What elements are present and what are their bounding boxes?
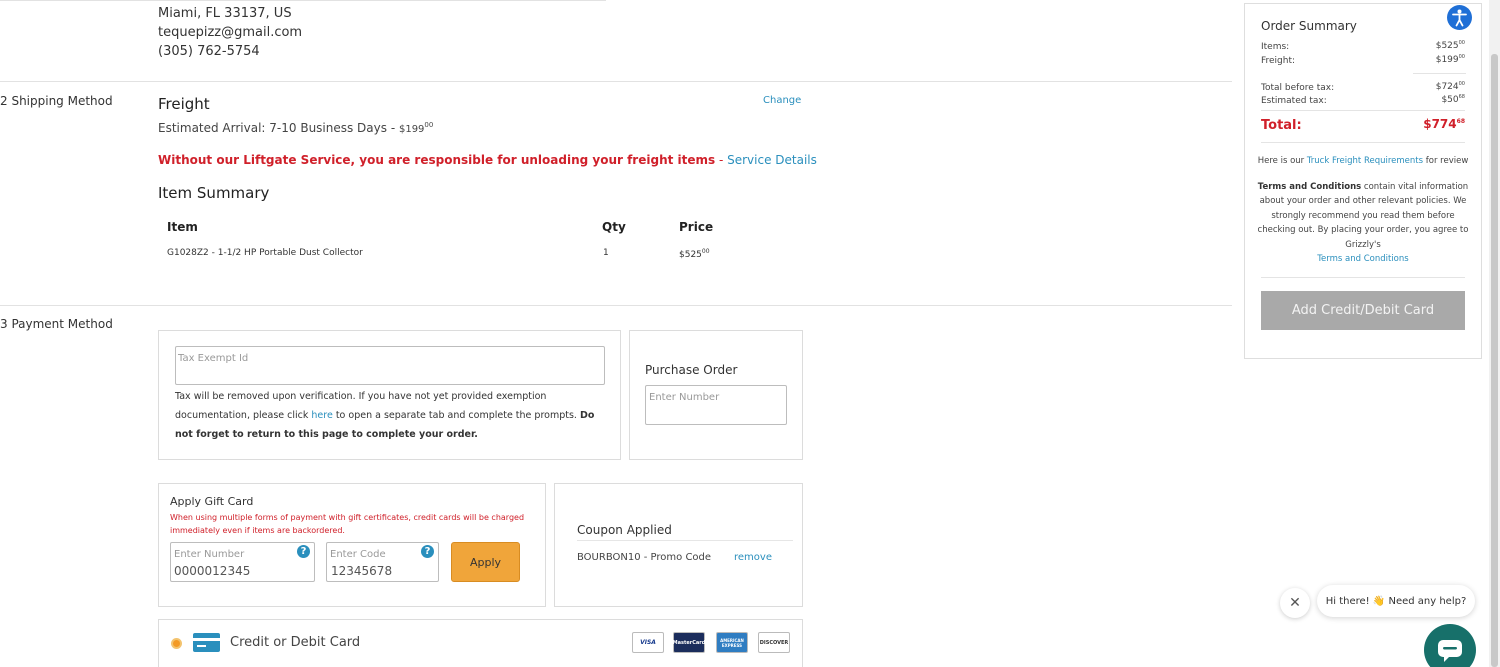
freight-requirements-note: Here is our Truck Freight Requirements f… <box>1256 154 1470 168</box>
credit-card-radio[interactable] <box>171 638 182 649</box>
terms-text: contain vital information about your ord… <box>1257 182 1469 250</box>
tax-exempt-placeholder: Tax Exempt Id <box>178 353 249 364</box>
item-qty: 1 <box>603 248 609 258</box>
liftgate-warning-text: Without our Liftgate Service, you are re… <box>158 153 716 167</box>
discover-icon: DISCOVER <box>758 632 790 653</box>
section-label-shipping: 2 Shipping Method <box>0 94 113 108</box>
remove-coupon-link[interactable]: remove <box>734 552 772 563</box>
summary-items-cents: 00 <box>1458 40 1465 46</box>
summary-tax-amount: $5068 <box>1441 94 1465 105</box>
coupon-panel <box>554 483 803 607</box>
purchase-order-title: Purchase Order <box>645 363 738 377</box>
gift-card-number-value: 0000012345 <box>174 564 251 578</box>
credit-card-icon <box>193 633 220 652</box>
tax-note-text-2: to open a separate tab and complete the … <box>332 410 580 421</box>
summary-before-tax-amount: $72400 <box>1436 81 1465 92</box>
address-line: Miami, FL 33137, US <box>158 6 292 21</box>
shipping-method-name: Freight <box>158 95 210 113</box>
summary-before-tax-cents: 00 <box>1458 81 1465 87</box>
summary-total-label: Total: <box>1261 118 1302 133</box>
credit-card-label: Credit or Debit Card <box>230 635 361 650</box>
summary-divider <box>1261 110 1465 111</box>
item-price: $52500 <box>679 248 710 260</box>
amex-icon: AMERICAN EXPRESS <box>716 632 748 653</box>
purchase-order-input[interactable]: Enter Number <box>645 385 787 425</box>
address-phone: (305) 762-5754 <box>158 44 260 59</box>
summary-divider <box>1413 73 1466 74</box>
column-header-price: Price <box>679 220 714 234</box>
summary-tax-cents: 68 <box>1458 94 1465 100</box>
purchase-order-placeholder: Enter Number <box>649 392 720 403</box>
address-email: tequepizz@gmail.com <box>158 25 303 40</box>
item-price-cents: 00 <box>701 248 710 255</box>
summary-total-amount: $77468 <box>1423 117 1465 131</box>
item-price-dollars: $525 <box>679 250 702 260</box>
service-details-link[interactable]: Service Details <box>727 153 817 167</box>
scrollbar-thumb[interactable] <box>1491 54 1498 667</box>
summary-items-dollars: $525 <box>1435 41 1459 51</box>
chat-launcher-button[interactable] <box>1424 624 1476 667</box>
liftgate-warning: Without our Liftgate Service, you are re… <box>158 153 817 167</box>
gift-card-code-value: 12345678 <box>331 564 393 578</box>
apply-gift-card-button[interactable]: Apply <box>451 542 520 582</box>
gift-card-number-input[interactable]: Enter Number 0000012345 <box>170 542 315 582</box>
terms-and-conditions-link[interactable]: Terms and Conditions <box>1317 254 1408 264</box>
close-icon[interactable]: ✕ <box>1280 588 1310 618</box>
change-shipping-link[interactable]: Change <box>763 95 801 106</box>
warning-separator: - <box>715 153 728 167</box>
summary-before-tax-dollars: $724 <box>1435 82 1459 92</box>
summary-tax-label: Estimated tax: <box>1261 96 1327 106</box>
gift-card-number-label: Enter Number <box>174 549 245 560</box>
divider <box>0 305 1232 306</box>
summary-freight-label: Freight: <box>1261 56 1296 66</box>
summary-freight-cents: 00 <box>1458 54 1465 60</box>
summary-divider <box>1261 277 1465 278</box>
summary-freight-dollars: $199 <box>1435 55 1459 65</box>
truck-freight-requirements-link[interactable]: Truck Freight Requirements <box>1307 156 1423 166</box>
summary-divider <box>1261 142 1465 143</box>
divider <box>0 81 1232 82</box>
summary-total-dollars: $774 <box>1423 117 1457 131</box>
terms-note: Terms and Conditions contain vital infor… <box>1256 180 1470 266</box>
freight-req-prefix: Here is our <box>1257 156 1307 166</box>
section-label-payment: 3 Payment Method <box>0 317 113 331</box>
add-card-button[interactable]: Add Credit/Debit Card <box>1261 291 1465 330</box>
summary-tax-dollars: $50 <box>1441 95 1459 105</box>
eta-price-cents: 00 <box>424 121 434 129</box>
order-summary-title: Order Summary <box>1261 19 1357 33</box>
coupon-code: BOURBON10 - Promo Code <box>577 552 712 563</box>
eta-text: Estimated Arrival: 7-10 Business Days - <box>158 121 399 135</box>
help-icon[interactable]: ? <box>297 545 310 558</box>
summary-total-cents: 68 <box>1456 118 1465 125</box>
column-header-qty: Qty <box>602 220 626 234</box>
chat-greeting[interactable]: Hi there! 👋 Need any help? <box>1317 585 1475 617</box>
visa-icon: VISA <box>632 632 664 653</box>
summary-freight-amount: $19900 <box>1436 54 1465 65</box>
chat-icon <box>1438 640 1462 662</box>
gift-card-warning: When using multiple forms of payment wit… <box>170 513 525 535</box>
tax-exempt-input[interactable]: Tax Exempt Id <box>175 346 605 385</box>
summary-before-tax-label: Total before tax: <box>1261 83 1335 93</box>
gift-card-title: Apply Gift Card <box>170 495 254 508</box>
summary-items-label: Items: <box>1261 42 1290 52</box>
mastercard-icon: MasterCard <box>673 632 705 653</box>
coupon-title: Coupon Applied <box>577 523 672 537</box>
column-header-item: Item <box>167 220 198 234</box>
terms-bold: Terms and Conditions <box>1257 182 1362 192</box>
tax-exempt-note: Tax will be removed upon verification. I… <box>175 387 605 444</box>
gift-card-code-label: Enter Code <box>330 549 386 560</box>
item-summary-title: Item Summary <box>158 184 270 202</box>
tax-doc-here-link[interactable]: here <box>311 410 332 421</box>
coupon-divider <box>577 540 793 541</box>
item-name: G1028Z2 - 1-1/2 HP Portable Dust Collect… <box>167 248 363 258</box>
shipping-eta: Estimated Arrival: 7-10 Business Days - … <box>158 121 433 135</box>
accessibility-icon[interactable] <box>1447 5 1472 30</box>
help-icon[interactable]: ? <box>421 545 434 558</box>
eta-price-dollars: $199 <box>398 124 425 135</box>
freight-req-suffix: for review <box>1423 156 1469 166</box>
table-header-divider <box>0 0 606 1</box>
summary-items-amount: $52500 <box>1436 40 1465 51</box>
